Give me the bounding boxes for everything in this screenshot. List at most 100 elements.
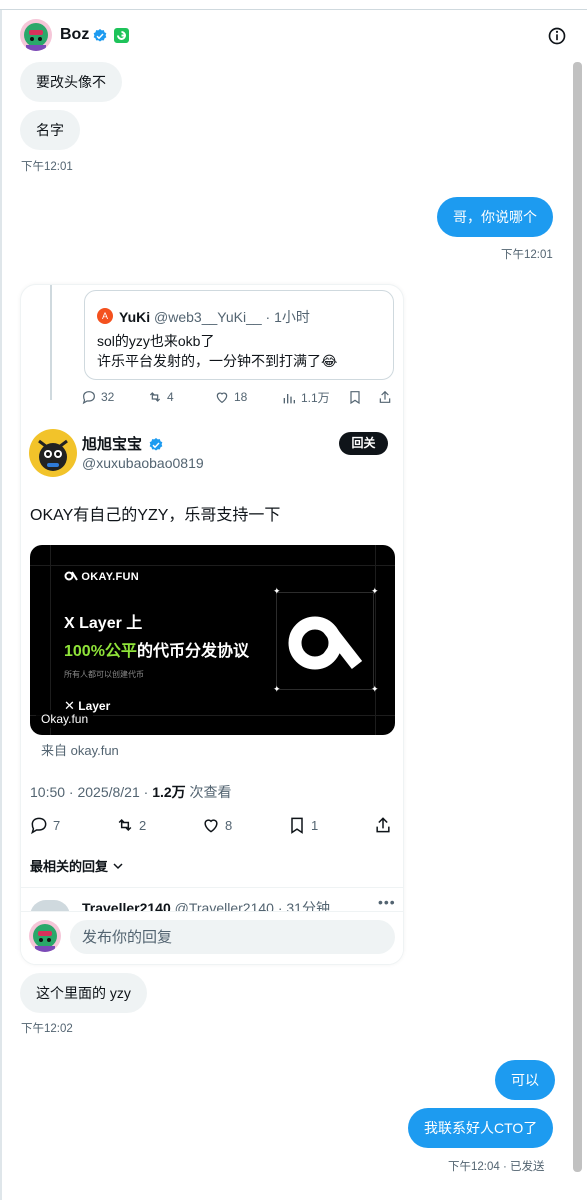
- okay-logo-icon: [288, 616, 363, 670]
- my-avatar[interactable]: [29, 920, 61, 952]
- bookmark-icon: [350, 391, 360, 405]
- follow-back-button[interactable]: 回关: [339, 432, 388, 455]
- like-count: 8: [225, 817, 233, 833]
- reply-preview[interactable]: Traveller2140 @Traveller2140 · 31分钟 •••: [21, 887, 403, 916]
- heart-icon: [204, 819, 218, 833]
- link-source[interactable]: 来自 okay.fun: [41, 740, 119, 759]
- media-highlight-text: 100%公平: [64, 643, 137, 660]
- repost-count: 4: [167, 390, 174, 404]
- post-text: OKAY有自己的YZY，乐哥支持一下: [30, 507, 281, 524]
- quoted-author-avatar[interactable]: A: [97, 308, 113, 324]
- like-action[interactable]: 8: [201, 815, 232, 835]
- reply-icon: [82, 391, 95, 405]
- verified-badge-icon: [93, 29, 107, 42]
- quoted-post-actions: 32 4 18 1.1万: [81, 389, 401, 409]
- message-timestamp: 下午12:01: [501, 249, 553, 261]
- shared-post-card[interactable]: A YuKi @web3__YuKi__ · 1小时 sol的yzy也来okb了…: [20, 284, 404, 965]
- window-top-border: [0, 0, 587, 10]
- post-views-suffix: 次查看: [185, 784, 232, 800]
- view-count: 1.1万: [301, 391, 330, 405]
- window-left-border: [0, 10, 2, 1200]
- media-small-text: 所有人都可以创建代币: [64, 670, 144, 679]
- contact-avatar[interactable]: [20, 19, 52, 51]
- analytics-icon: [283, 393, 295, 403]
- post-time[interactable]: 10:50 · 2025/8/21 ·: [30, 784, 152, 800]
- corner-marker: ✦: [371, 586, 379, 596]
- share-icon: [379, 390, 391, 403]
- like-count: 18: [234, 390, 248, 404]
- reply-count: 32: [101, 390, 115, 404]
- reply-input[interactable]: [70, 920, 395, 954]
- okay-mini-logo-icon: [64, 571, 78, 581]
- chevron-down-icon: [113, 863, 123, 870]
- message-timestamp: 下午12:01: [21, 161, 73, 173]
- media-subheadline-rest: 的代币分发协议: [136, 643, 249, 660]
- brand-row: OKAY.FUN: [64, 571, 139, 583]
- author-name-row: 旭旭宝宝: [82, 433, 164, 454]
- message-timestamp: 下午12:04 · 已发送: [448, 1161, 545, 1173]
- repost-icon: [118, 818, 132, 832]
- message-bubble-sent[interactable]: 我联系好人CTO了: [408, 1108, 554, 1148]
- quoted-post-header: YuKi @web3__YuKi__ · 1小时: [119, 307, 310, 327]
- quoted-post[interactable]: A YuKi @web3__YuKi__ · 1小时 sol的yzy也来okb了…: [84, 290, 394, 380]
- quoted-author-handle: @web3__YuKi__ · 1小时: [154, 309, 310, 325]
- reply-sort-dropdown[interactable]: 最相关的回复: [30, 856, 124, 875]
- media-subheadline: 100%公平的代币分发协议: [64, 637, 249, 661]
- thread-line: [50, 285, 52, 400]
- repost-action[interactable]: 2: [115, 815, 146, 835]
- bookmark-count: 1: [311, 817, 319, 833]
- conversation-header: Boz: [0, 12, 587, 60]
- quoted-post-text: sol的yzy也来okb了 许乐平台发射的，一分钟不到打满了😂: [97, 331, 337, 371]
- message-bubble-received[interactable]: 要改头像不: [20, 62, 122, 102]
- bookmark-icon: [291, 817, 303, 834]
- repost-count: 2: [139, 817, 147, 833]
- affiliate-badge-icon: [114, 28, 129, 43]
- grid-line: [50, 545, 51, 735]
- reply-sort-label: 最相关的回复: [30, 859, 109, 874]
- brand-name: OKAY.FUN: [81, 571, 139, 583]
- reply-action[interactable]: 7: [29, 815, 60, 835]
- contact-name[interactable]: Boz: [60, 26, 89, 44]
- message-bubble-received[interactable]: 名字: [20, 110, 80, 150]
- heart-icon: [216, 392, 228, 404]
- logo-frame: [276, 592, 374, 690]
- share-action[interactable]: [373, 815, 393, 835]
- reply-action[interactable]: 32: [81, 389, 114, 405]
- author-name[interactable]: 旭旭宝宝: [82, 436, 142, 453]
- post-actions: 7 2 8 1: [29, 815, 399, 837]
- grid-line: [375, 545, 376, 735]
- message-bubble-received[interactable]: 这个里面的 yzy: [20, 973, 147, 1013]
- repost-icon: [149, 392, 161, 402]
- message-bubble-sent[interactable]: 可以: [495, 1060, 555, 1100]
- quoted-author-name[interactable]: YuKi: [119, 309, 150, 325]
- views-action[interactable]: 1.1万: [281, 389, 330, 406]
- reply-count: 7: [53, 817, 61, 833]
- post-meta: 10:50 · 2025/8/21 · 1.2万 次查看: [30, 782, 232, 802]
- link-domain-tag: Okay.fun: [36, 710, 94, 728]
- reply-composer: [21, 911, 403, 964]
- repost-action[interactable]: 4: [147, 389, 174, 405]
- info-icon[interactable]: [547, 26, 567, 46]
- message-bubble-sent[interactable]: 哥，你说哪个: [437, 197, 553, 237]
- link-card-image[interactable]: ✦ ✦ ✦ ✦ OKAY.FUN X Layer 上 100%公平的代币分发协议…: [30, 545, 395, 735]
- share-action[interactable]: [377, 389, 393, 405]
- grid-line: [30, 565, 395, 566]
- author-avatar[interactable]: [29, 429, 77, 477]
- like-action[interactable]: 18: [214, 389, 247, 405]
- message-timestamp: 下午12:02: [21, 1023, 73, 1035]
- corner-marker: ✦: [273, 586, 281, 596]
- quoted-post-line: sol的yzy也来okb了: [97, 333, 215, 349]
- quoted-post-line: 许乐平台发射的，一分钟不到打满了😂: [97, 353, 338, 369]
- bookmark-action[interactable]: [347, 389, 363, 405]
- scrollbar-thumb[interactable]: [573, 62, 582, 1172]
- post-views: 1.2万: [152, 784, 186, 800]
- author-handle[interactable]: @xuxubaobao0819: [82, 455, 204, 471]
- verified-badge-icon: [149, 438, 163, 451]
- bookmark-action[interactable]: 1: [287, 815, 318, 835]
- media-headline: X Layer 上: [64, 615, 143, 632]
- share-icon: [376, 817, 390, 833]
- corner-marker: ✦: [371, 684, 379, 694]
- reply-icon: [31, 817, 47, 835]
- corner-marker: ✦: [273, 684, 281, 694]
- more-options-icon[interactable]: •••: [378, 894, 396, 910]
